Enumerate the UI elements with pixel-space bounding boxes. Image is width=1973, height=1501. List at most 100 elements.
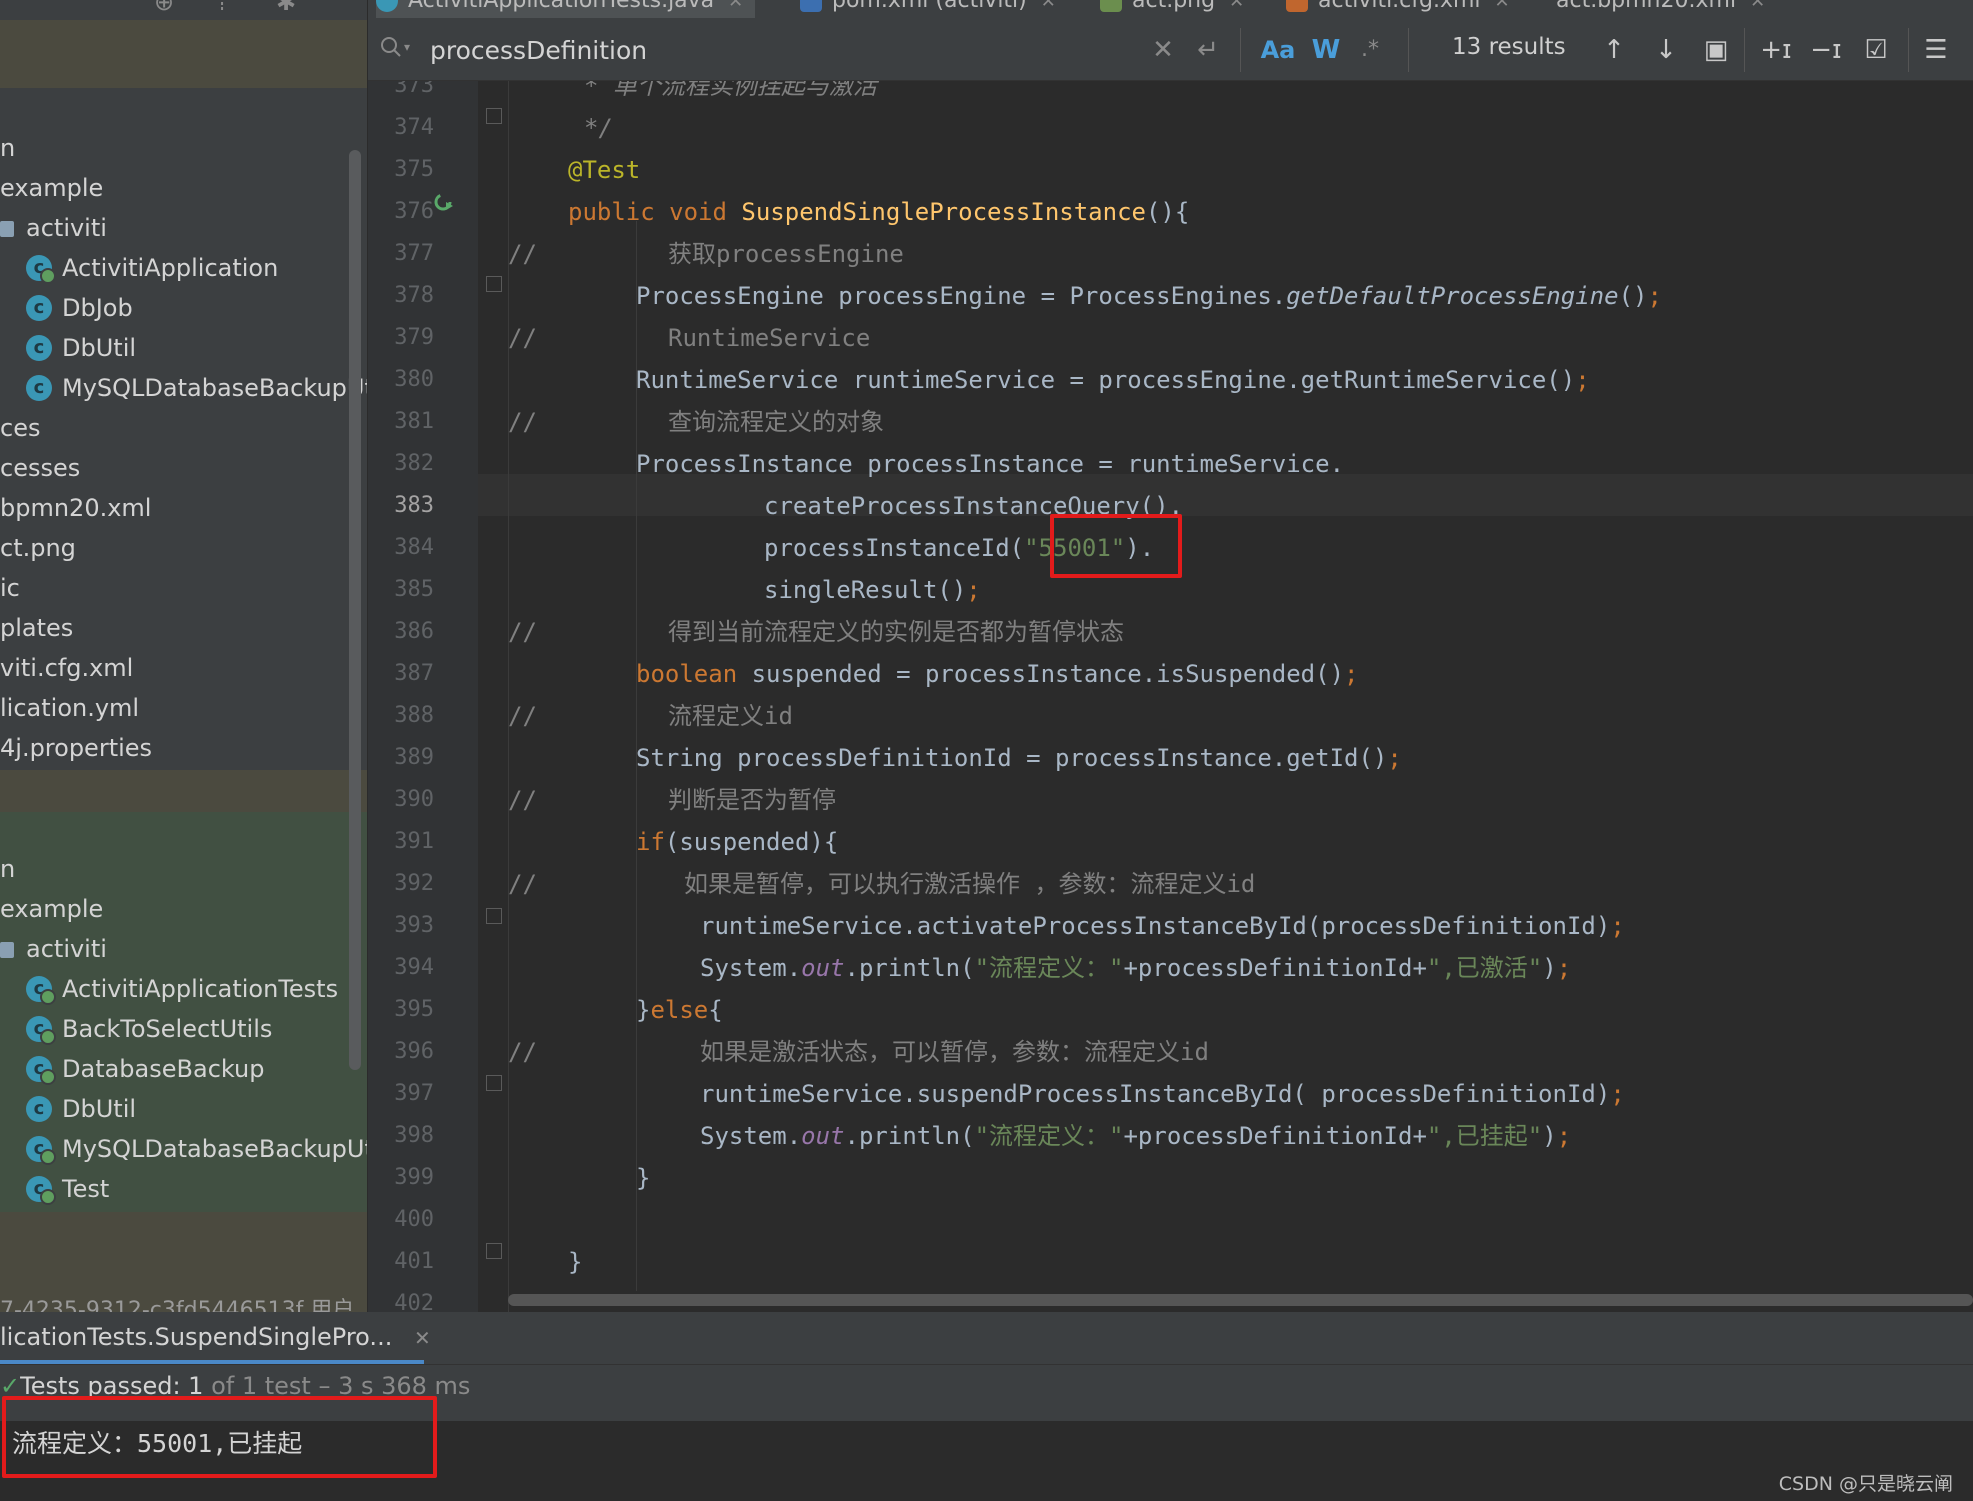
tree-item-label: cesses xyxy=(0,454,81,482)
tree-item-label: example xyxy=(0,174,104,202)
line-number: 397 xyxy=(394,1081,434,1106)
line-number: 389 xyxy=(394,745,434,770)
line-number: 399 xyxy=(394,1165,434,1190)
tree-item-label: example xyxy=(0,895,104,923)
close-icon[interactable]: ✕ xyxy=(728,0,743,12)
tree-item-label: DatabaseBackup xyxy=(62,1055,265,1083)
line-number: 388 xyxy=(394,703,434,728)
folder-icon xyxy=(0,221,14,237)
fold-marker[interactable] xyxy=(486,276,502,292)
java-class-icon: c xyxy=(26,1056,56,1085)
close-icon[interactable]: ✕ xyxy=(1495,0,1510,12)
folder-icon xyxy=(0,942,14,958)
fold-marker[interactable] xyxy=(486,1243,502,1259)
search-results-count: 13 results xyxy=(1452,34,1566,60)
fold-marker[interactable] xyxy=(486,108,502,124)
horizontal-scrollbar[interactable] xyxy=(508,1294,1973,1306)
tree-item-label: ActivitiApplication xyxy=(62,254,279,282)
divider xyxy=(1744,28,1745,72)
line-number: 383 xyxy=(394,493,434,518)
tree-item-label: DbUtil xyxy=(62,1095,137,1123)
sidebar-highlight-band xyxy=(0,20,367,88)
code-line-378: ProcessEngine processEngine = ProcessEng… xyxy=(636,282,1662,310)
code-line-381: //查询流程定义的对象 xyxy=(508,408,884,436)
new-line-icon[interactable]: ↵ xyxy=(1188,30,1228,70)
line-number: 377 xyxy=(394,241,434,266)
tree-item-label: activiti xyxy=(26,935,107,963)
search-icon[interactable] xyxy=(380,36,402,58)
chevron-down-icon[interactable]: ▾ xyxy=(404,40,410,54)
close-icon[interactable]: ✕ xyxy=(1750,0,1765,12)
regex-button[interactable]: .* xyxy=(1352,30,1388,70)
code-line-392: //如果是暂停，可以执行激活操作 ，参数：流程定义id xyxy=(508,870,1256,898)
code-line-380: RuntimeService runtimeService = processE… xyxy=(636,366,1590,394)
divider xyxy=(1908,28,1909,72)
line-number: 390 xyxy=(394,787,434,812)
java-class-icon: c xyxy=(26,1096,52,1122)
code-line-390: //判断是否为暂停 xyxy=(508,786,836,814)
tree-item-label: n xyxy=(0,855,16,883)
select-all-icon[interactable]: ▣ xyxy=(1698,30,1734,70)
java-class-icon: c xyxy=(26,255,56,284)
line-number: 380 xyxy=(394,367,434,392)
close-icon[interactable]: ✕ xyxy=(1229,0,1244,12)
tab-act-png[interactable]: act.png ✕ xyxy=(1100,0,1244,18)
gear-icon[interactable]: ✱ xyxy=(276,0,296,16)
select-all-occurrences-icon[interactable]: ☑ xyxy=(1854,30,1898,70)
run-tab-bar: licationTests.SuspendSinglePro... ✕ xyxy=(0,1312,1973,1364)
remove-occurrence-icon[interactable]: −ɪ xyxy=(1804,30,1848,70)
tree-item-label: DbJob xyxy=(62,294,133,322)
run-test-icon[interactable] xyxy=(434,192,454,212)
tab-pom-xml[interactable]: pom.xml (activiti) ✕ xyxy=(800,0,1056,18)
divider xyxy=(1408,28,1409,72)
globe-icon[interactable]: ⊕ xyxy=(154,0,174,16)
arrow-down-icon[interactable]: ↓ xyxy=(1648,30,1684,70)
tree-item-label: activiti xyxy=(26,214,107,242)
line-number: 398 xyxy=(394,1123,434,1148)
java-class-icon: c xyxy=(26,1016,56,1045)
sidebar-scrollbar[interactable] xyxy=(349,150,361,1070)
tree-item-label: BackToSelectUtils xyxy=(62,1015,273,1043)
code-line-386: //得到当前流程定义的实例是否都为暂停状态 xyxy=(508,618,1124,646)
line-number: 373 xyxy=(394,81,434,98)
clear-search-icon[interactable]: ✕ xyxy=(1148,30,1178,70)
tree-item-label: DbUtil xyxy=(62,334,137,362)
tree-item-label: lication.yml xyxy=(0,694,140,722)
xml-file-icon xyxy=(1286,0,1308,12)
match-case-button[interactable]: Aa xyxy=(1258,30,1298,70)
java-class-icon: c xyxy=(26,976,56,1005)
code-line-389: String processDefinitionId = processInst… xyxy=(636,744,1402,772)
run-tab[interactable]: licationTests.SuspendSinglePro... ✕ xyxy=(0,1312,443,1362)
code-line-401: } xyxy=(568,1248,583,1276)
line-number: 401 xyxy=(394,1249,434,1274)
code-editor[interactable]: 373 374 375 376 377 378 379 380 381 382 383 384 385 3… xyxy=(368,81,1973,1312)
arrow-up-icon[interactable]: ↑ xyxy=(1596,30,1632,70)
line-number: 382 xyxy=(394,451,434,476)
fold-marker[interactable] xyxy=(486,1075,502,1091)
words-button[interactable]: W xyxy=(1308,30,1344,70)
line-number: 387 xyxy=(394,661,434,686)
java-class-icon: c xyxy=(26,295,52,321)
fold-marker[interactable] xyxy=(486,908,502,924)
tab-activiti-cfg-xml[interactable]: activiti.cfg.xml ✕ xyxy=(1286,0,1510,18)
tree-item-label: n xyxy=(0,134,16,162)
tab-activiti-application-tests[interactable]: ActivitiApplicationTests.java ✕ xyxy=(376,0,756,18)
indent-guide xyxy=(636,474,637,600)
line-number: 374 xyxy=(394,115,434,140)
code-line-397: runtimeService.suspendProcessInstanceByI… xyxy=(700,1080,1625,1108)
sidebar-toolbar: ⊕ ⇡ ✱ xyxy=(0,0,367,20)
filter-icon[interactable]: ☰ xyxy=(1916,30,1956,70)
java-class-icon: c xyxy=(26,1136,56,1165)
tab-act-bpmn20-xml[interactable]: act.bpmn20.xml ✕ xyxy=(1556,0,1765,18)
sidebar-bottom-text: 7-4235-9312-c3fd5446513f 用户 xyxy=(0,1298,355,1312)
close-icon[interactable]: ✕ xyxy=(414,1326,431,1350)
tree-item-label: 4j.properties xyxy=(0,734,153,762)
line-number: 393 xyxy=(394,913,434,938)
add-occurrence-icon[interactable]: +ɪ xyxy=(1754,30,1798,70)
search-input[interactable] xyxy=(428,29,1152,71)
close-icon[interactable]: ✕ xyxy=(1041,0,1056,12)
divider xyxy=(1240,28,1241,72)
code-line-377: //获取processEngine xyxy=(508,240,904,268)
tree-item-label: MySQLDatabaseBackupUti xyxy=(62,1135,367,1163)
collapse-icon[interactable]: ⇡ xyxy=(212,0,232,16)
